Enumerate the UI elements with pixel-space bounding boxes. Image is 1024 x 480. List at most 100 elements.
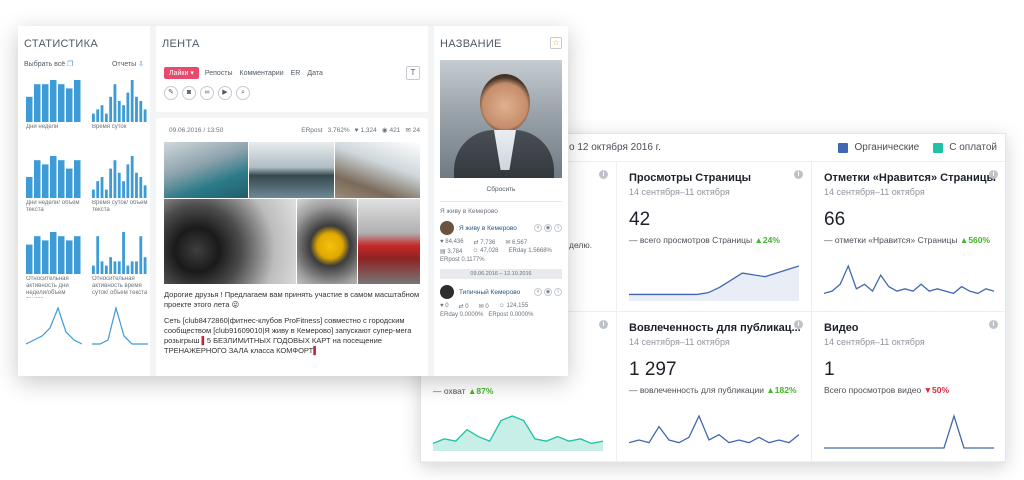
series-line: [92, 305, 148, 345]
stats-title: СТАТИСТИКА: [24, 38, 98, 50]
video-icon[interactable]: ▶: [218, 86, 232, 100]
bar: [58, 160, 65, 198]
info-icon[interactable]: i: [554, 224, 562, 232]
bar: [109, 96, 113, 122]
bar: [135, 261, 138, 274]
info-icon[interactable]: i: [554, 288, 562, 296]
mini-chart[interactable]: Дни недели: [26, 76, 82, 146]
feed-post-card[interactable]: 09.06.2016 / 13:50 ERpost 3.762% ♥ 1,324 …: [156, 118, 428, 376]
tab-er[interactable]: ER: [291, 70, 301, 77]
legend-organic-label: Органические: [854, 142, 920, 153]
bar: [122, 105, 125, 122]
trend-up: ▲182%: [766, 385, 797, 395]
tab-comments[interactable]: Комментарии: [240, 70, 284, 77]
camera-icon[interactable]: ◙: [182, 86, 196, 100]
bar: [96, 181, 100, 198]
tab-reposts[interactable]: Репосты: [205, 70, 233, 77]
card-subtitle: 14 сентября–11 октября: [629, 337, 730, 347]
post-photo-collage[interactable]: [164, 142, 420, 284]
bar: [109, 168, 113, 198]
comments-count: 24: [412, 126, 420, 134]
metric-value: 124,155: [506, 303, 529, 309]
insight-card-video[interactable]: i Видео 14 сентября–11 октября 1 Всего п…: [812, 312, 1007, 462]
feed-sort-tabs: Лайки ▾ Репосты Комментарии ER Дата T: [156, 60, 428, 80]
tab-date[interactable]: Дата: [307, 70, 323, 77]
metric-value: 3,784: [447, 249, 463, 255]
bar: [117, 101, 121, 122]
bar: [130, 156, 134, 198]
bar: [50, 80, 57, 122]
series-line: [629, 414, 799, 444]
info-icon[interactable]: i: [599, 170, 608, 179]
bar: [104, 113, 108, 122]
card-title: Отметки «Нравится» Страницы: [824, 172, 996, 184]
metric-reposts: ⇄ 7,736: [473, 240, 496, 246]
info-icon[interactable]: i: [794, 170, 803, 179]
mini-chart-caption: Дни недели/ объем текста: [26, 200, 80, 213]
info-icon[interactable]: i: [599, 320, 608, 329]
bar: [135, 96, 138, 122]
bar: [42, 84, 49, 122]
metric-members: ☺ 47,028: [472, 248, 499, 254]
card-value: 66: [824, 209, 846, 230]
community-row[interactable]: Типичный Кемерово × ◉ i: [434, 279, 568, 299]
community-row[interactable]: Я живу в Кемерово × ◉ i: [434, 215, 568, 235]
search-icon[interactable]: ⌕: [236, 86, 250, 100]
insight-card-page-likes[interactable]: i Отметки «Нравится» Страницы 14 сентябр…: [812, 162, 1007, 312]
mini-chart-caption: Дни недели: [26, 124, 59, 130]
mini-chart[interactable]: [92, 304, 148, 350]
insight-card-page-views[interactable]: i Просмотры Страницы 14 сентября–11 октя…: [617, 162, 812, 312]
bar: [100, 105, 104, 122]
bar: [92, 113, 95, 122]
close-icon[interactable]: ×: [534, 288, 542, 296]
reports-button[interactable]: Отчеты ⇩: [112, 60, 144, 69]
insight-card-engagement[interactable]: i Вовлеченность для публикац... 14 сентя…: [617, 312, 812, 462]
card-title: Вовлеченность для публикац...: [629, 322, 801, 334]
post-date: 09.06.2016 / 13:50: [169, 126, 224, 134]
eye-icon: ◉: [381, 127, 388, 134]
select-all-button[interactable]: Выбрать всё ❐: [24, 60, 74, 69]
mini-chart[interactable]: Время суток/ объем текста: [92, 152, 148, 222]
eye-icon[interactable]: ◉: [544, 288, 552, 296]
reset-button[interactable]: Сбросить: [440, 178, 562, 202]
bar: [66, 240, 73, 274]
legend-swatch-paid: [933, 142, 944, 153]
heart-icon: ♥: [354, 126, 359, 134]
trend-up: ▲87%: [467, 386, 494, 396]
link-icon[interactable]: ∞: [200, 86, 214, 100]
text-filter-button[interactable]: T: [406, 66, 420, 80]
tab-likes[interactable]: Лайки ▾: [164, 67, 199, 79]
info-icon[interactable]: i: [989, 170, 998, 179]
mini-chart[interactable]: [26, 304, 82, 350]
card-note: Всего просмотров видео ▼50%: [824, 385, 996, 395]
info-icon[interactable]: i: [989, 320, 998, 329]
mini-chart-caption: Относительная активность дни недели/объе…: [26, 276, 69, 298]
star-icon[interactable]: ☆: [550, 37, 562, 49]
info-icon[interactable]: i: [794, 320, 803, 329]
mini-chart[interactable]: Относительная активность дни недели/объе…: [26, 228, 82, 298]
eye-icon[interactable]: ◉: [544, 224, 552, 232]
bar: [113, 160, 117, 198]
bar: [130, 261, 134, 274]
copy-icon: ❐: [67, 61, 74, 68]
bar: [100, 261, 104, 274]
card-value: 42: [629, 209, 651, 230]
trend-up: ▲24%: [754, 235, 780, 245]
community-name[interactable]: Типичный Кемерово: [459, 289, 532, 296]
bar: [117, 261, 121, 274]
mini-chart[interactable]: Время суток: [92, 76, 148, 146]
bar: [143, 109, 147, 122]
mini-chart[interactable]: Относительная активность время суток/ об…: [92, 228, 148, 298]
bar: [66, 88, 73, 122]
mini-bar-chart: [92, 232, 147, 274]
community-metrics: ♥ 84,436 ⇄ 7,736 ✉ 6,567 ▤ 3,784 ☺ 47,02…: [434, 235, 568, 265]
pencil-icon[interactable]: ✎: [164, 86, 178, 100]
bar: [109, 257, 113, 274]
legend-paid[interactable]: С оплатой: [933, 142, 997, 153]
mini-chart[interactable]: Дни недели/ объем текста: [26, 152, 82, 222]
mini-line-chart: [26, 306, 82, 345]
legend-organic[interactable]: Органические: [838, 142, 919, 153]
close-icon[interactable]: ×: [534, 224, 542, 232]
metric-members: ☺ 124,155: [498, 303, 529, 309]
community-name[interactable]: Я живу в Кемерово: [459, 225, 532, 232]
